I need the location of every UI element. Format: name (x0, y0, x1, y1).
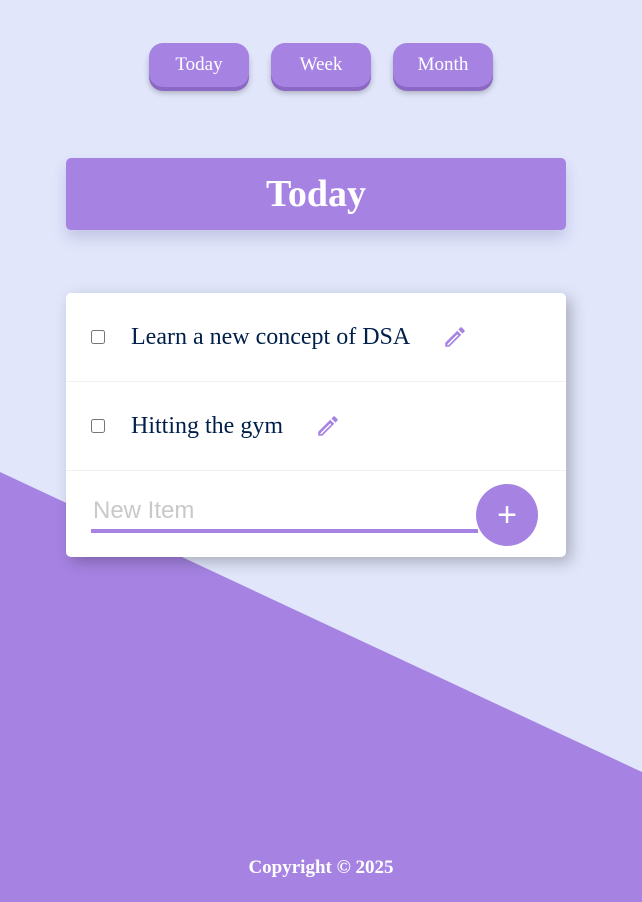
today-button[interactable]: Today (149, 43, 249, 87)
todo-item: Learn a new concept of DSA (66, 293, 566, 382)
todo-checkbox[interactable] (91, 330, 105, 344)
add-item-button[interactable]: + (476, 484, 538, 546)
copyright-footer: Copyright © 2025 (248, 857, 394, 878)
new-item-form: + (66, 471, 566, 558)
view-nav: Today Week Month (0, 43, 642, 89)
new-item-input[interactable] (91, 493, 478, 533)
month-button[interactable]: Month (393, 43, 493, 87)
todo-item-text: Hitting the gym (131, 412, 283, 439)
list-title: Today (266, 173, 366, 215)
pencil-icon[interactable] (442, 324, 468, 350)
todo-item-text: Learn a new concept of DSA (131, 323, 411, 350)
todo-checkbox[interactable] (91, 419, 105, 433)
todo-item: Hitting the gym (66, 382, 566, 471)
list-title-box: Today (66, 158, 566, 230)
pencil-icon[interactable] (315, 413, 341, 439)
week-button[interactable]: Week (271, 43, 371, 87)
todo-card: Learn a new concept of DSA Hitting the g… (66, 293, 566, 557)
